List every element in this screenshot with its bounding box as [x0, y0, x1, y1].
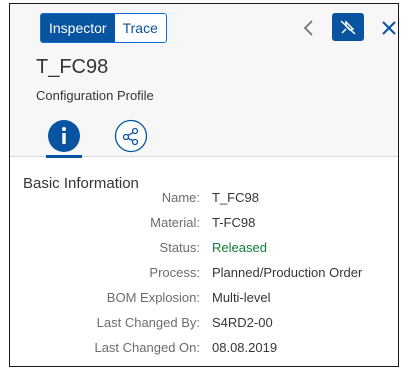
back-button[interactable] [295, 14, 323, 42]
property-value: Multi-level [212, 290, 271, 305]
tab-relationships[interactable] [114, 119, 148, 153]
property-row-last-changed-on: Last Changed On: 08.08.2019 [10, 340, 398, 360]
unpin-icon [340, 20, 356, 35]
property-label: Material: [150, 215, 200, 230]
property-label: Name: [161, 190, 200, 205]
chevron-left-icon [303, 20, 313, 36]
property-value: T_FC98 [212, 190, 259, 205]
property-label: Process: [149, 265, 200, 280]
property-row-status: Status: Released [10, 240, 398, 260]
property-label: Last Changed By: [96, 315, 200, 330]
object-title: T_FC98 [36, 56, 109, 78]
property-value: Planned/Production Order [212, 265, 363, 280]
relationship-icon [114, 119, 148, 153]
property-value: 08.08.2019 [212, 340, 278, 355]
property-row-process: Process: Planned/Production Order [10, 265, 398, 285]
property-value: T-FC98 [212, 215, 256, 230]
view-switch: Inspector Trace [40, 13, 167, 43]
close-icon [382, 21, 396, 35]
close-button[interactable] [378, 14, 398, 42]
object-subtitle: Configuration Profile [36, 88, 154, 103]
property-row-last-changed-by: Last Changed By: S4RD2-00 [10, 315, 398, 335]
unpin-button[interactable] [332, 13, 364, 41]
property-row-bom-explosion: BOM Explosion: Multi-level [10, 290, 398, 310]
tab-info[interactable] [47, 119, 81, 153]
selected-tab-indicator [46, 155, 82, 158]
property-row-name: Name: T_FC98 [10, 190, 398, 210]
property-row-material: Material: T-FC98 [10, 215, 398, 235]
property-value: S4RD2-00 [212, 315, 273, 330]
status-value: Released [212, 240, 267, 255]
property-label: BOM Explosion: [106, 290, 200, 305]
info-icon [48, 120, 80, 152]
tab-trace[interactable]: Trace [114, 14, 166, 42]
property-label: Status: [159, 240, 200, 255]
panel-header: Inspector Trace T_FC98 Configuration Pro… [10, 4, 398, 158]
property-label: Last Changed On: [94, 340, 200, 355]
tab-inspector[interactable]: Inspector [41, 14, 115, 42]
inspector-panel: Inspector Trace T_FC98 Configuration Pro… [9, 3, 399, 367]
